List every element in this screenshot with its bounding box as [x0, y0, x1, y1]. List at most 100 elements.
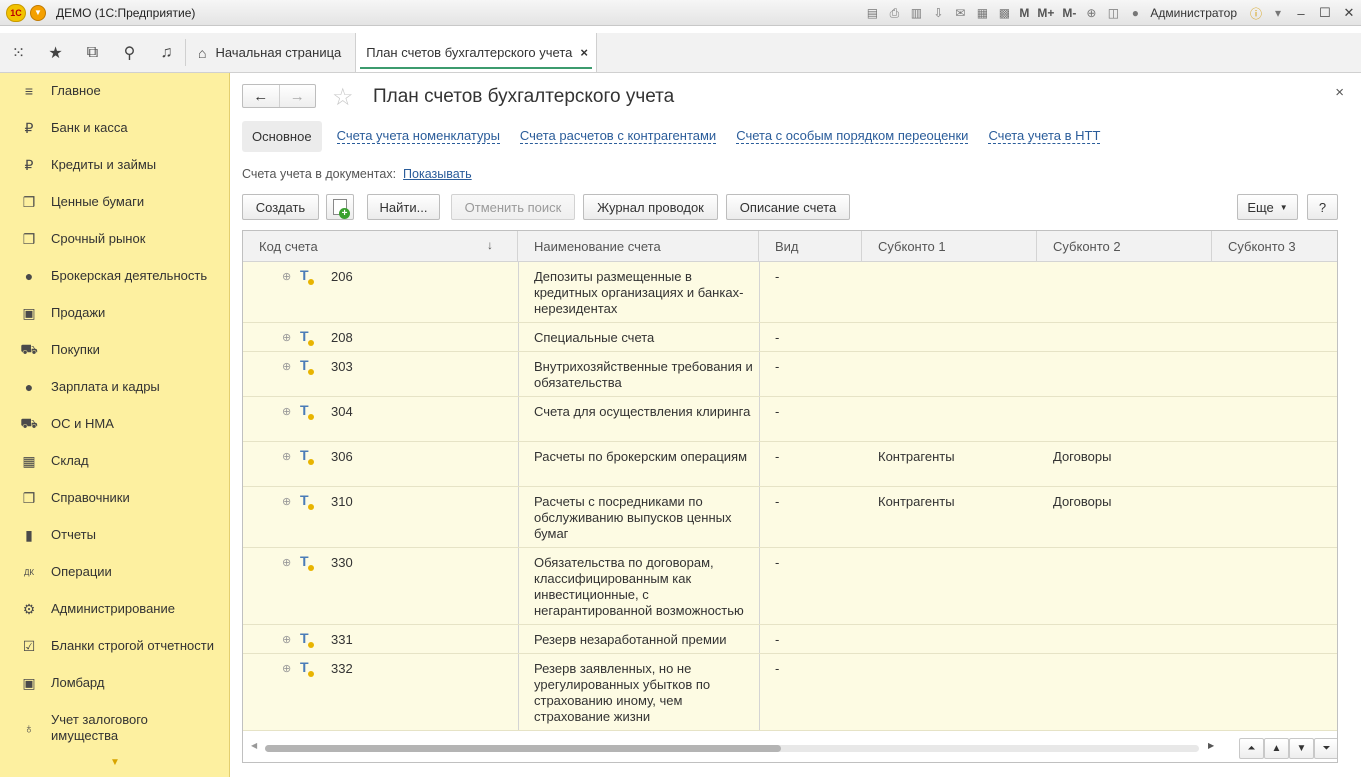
memory-button[interactable]: M [1019, 6, 1029, 20]
subtab-ntt-accounts[interactable]: Счета учета в НТТ [988, 128, 1101, 144]
sort-down-icon[interactable]: ↓ [487, 231, 493, 260]
app-logo-icon[interactable]: 1С [6, 3, 26, 22]
sidebar-item-label: Срочный рынок [51, 231, 146, 246]
page-down-icon[interactable]: ▼ [1289, 738, 1314, 759]
expand-row-icon[interactable]: ⊕ [282, 404, 291, 420]
calendar-icon[interactable]: ▩ [996, 5, 1012, 21]
scroll-track[interactable] [265, 745, 1199, 752]
maximize-button[interactable]: ☐ [1313, 5, 1337, 21]
dropdown-icon[interactable]: ▾ [1270, 5, 1286, 21]
col-header-subconto3[interactable]: Субконто 3 [1212, 231, 1337, 262]
col-header-code[interactable]: Код счета [243, 231, 518, 262]
info-icon[interactable]: ⓘ [1248, 5, 1264, 21]
sidebar-item-operations[interactable]: ДК Операции [0, 562, 228, 582]
go-to-bottom-icon[interactable]: ⏷ [1314, 738, 1337, 759]
col-header-subconto2[interactable]: Субконто 2 [1037, 231, 1212, 262]
sidebar-item-main[interactable]: ≡ Главное [0, 81, 228, 101]
subtab-revaluation-accounts[interactable]: Счета с особым порядком переоценки [736, 128, 969, 144]
calculator-icon[interactable]: ▦ [974, 5, 990, 21]
tab-chart-of-accounts[interactable]: План счетов бухгалтерского учета × [355, 33, 597, 72]
sidebar-item-futures[interactable]: ❐ Срочный рынок [0, 229, 228, 249]
mail-icon[interactable]: ✉ [952, 5, 968, 21]
panel-icon[interactable]: ◫ [1105, 5, 1121, 21]
sidebar-item-credits[interactable]: ₽ Кредиты и займы [0, 155, 228, 175]
table-row[interactable]: ⊕ T 303 Внутрихозяйственные требования и об… [243, 352, 1337, 397]
close-tab-icon[interactable]: × [580, 45, 588, 60]
tab-home[interactable]: ⌂ Начальная страница [186, 33, 355, 72]
table-row[interactable]: ⊕ T 330 Обязательства по договорам, классиф… [243, 548, 1337, 625]
sidebar-item-sales[interactable]: ▣ Продажи [0, 303, 228, 323]
sidebar-item-warehouse[interactable]: ▦ Склад [0, 451, 228, 471]
page-up-icon[interactable]: ▲ [1264, 738, 1289, 759]
col-header-subconto1[interactable]: Субконто 1 [862, 231, 1037, 262]
close-form-icon[interactable]: × [1335, 84, 1344, 101]
help-button[interactable]: ? [1307, 194, 1338, 220]
sidebar-item-administration[interactable]: ⚙ Администрирование [0, 599, 228, 619]
sidebar-item-purchases[interactable]: ⛟ Покупки [0, 340, 228, 360]
copy-button[interactable] [326, 194, 354, 220]
user-name[interactable]: Администратор [1150, 6, 1237, 20]
more-button[interactable]: Еще ▼ [1237, 194, 1298, 220]
notifications-bell-icon[interactable]: ♫ [148, 33, 185, 72]
save-icon[interactable]: ⇩ [930, 5, 946, 21]
close-window-button[interactable]: ✕ [1337, 5, 1361, 21]
history-icon[interactable]: ⧉ [74, 33, 111, 72]
sidebar-item-bank[interactable]: ₽ Банк и касса [0, 118, 228, 138]
sidebar-item-catalogs[interactable]: ❐ Справочники [0, 488, 228, 508]
subtab-nomenclature-accounts[interactable]: Счета учета номенклатуры [336, 128, 500, 144]
favorite-star-icon[interactable]: ☆ [332, 83, 354, 112]
expand-row-icon[interactable]: ⊕ [282, 359, 291, 375]
table-row[interactable]: ⊕ T 310 Расчеты с посредниками по обслужива… [243, 487, 1337, 548]
expand-row-icon[interactable]: ⊕ [282, 632, 291, 648]
account-description-button[interactable]: Описание счета [726, 194, 850, 220]
horizontal-scrollbar[interactable]: ◀ ▶ ⏶ ▲ ▼ ⏷ [243, 731, 1337, 762]
table-row[interactable]: ⊕ T 331 Резерв незаработанной премии - [243, 625, 1337, 654]
table-row[interactable]: ⊕ T 208 Специальные счета - [243, 323, 1337, 352]
scroll-left-icon[interactable]: ◀ [251, 741, 257, 750]
create-button[interactable]: Создать [242, 194, 319, 220]
favorites-star-icon[interactable]: ★ [37, 33, 74, 72]
sidebar-item-reports[interactable]: ▮ Отчеты [0, 525, 228, 545]
cancel-search-button[interactable]: Отменить поиск [451, 194, 575, 220]
apps-grid-icon[interactable]: ⁙ [0, 33, 37, 72]
expand-row-icon[interactable]: ⊕ [282, 449, 291, 465]
sidebar-item-payroll[interactable]: ● Зарплата и кадры [0, 377, 228, 397]
back-arrow-icon[interactable]: ← [243, 85, 279, 107]
find-button[interactable]: Найти... [367, 194, 440, 220]
document-icon[interactable]: ▤ [864, 5, 880, 21]
expand-row-icon[interactable]: ⊕ [282, 330, 291, 346]
memory-plus-button[interactable]: M+ [1037, 6, 1054, 20]
show-link[interactable]: Показывать [403, 167, 472, 181]
scroll-right-icon[interactable]: ▶ [1208, 741, 1214, 750]
search-icon[interactable]: ⚲ [111, 33, 148, 72]
main-menu-icon[interactable]: ▼ [30, 4, 46, 21]
expand-row-icon[interactable]: ⊕ [282, 555, 291, 571]
sidebar-item-fixed-assets[interactable]: ⛟ ОС и НМА [0, 414, 228, 434]
go-to-top-icon[interactable]: ⏶ [1239, 738, 1264, 759]
expand-row-icon[interactable]: ⊕ [282, 661, 291, 677]
sidebar-item-collateral[interactable]: ♁ Учет залогового имущества [0, 710, 228, 746]
memory-minus-button[interactable]: M- [1062, 6, 1076, 20]
minimize-button[interactable]: – [1289, 6, 1313, 21]
journal-button[interactable]: Журнал проводок [583, 194, 718, 220]
preview-icon[interactable]: ▥ [908, 5, 924, 21]
table-row[interactable]: ⊕ T 304 Счета для осуществления клиринга - [243, 397, 1337, 442]
expand-row-icon[interactable]: ⊕ [282, 494, 291, 510]
expand-row-icon[interactable]: ⊕ [282, 269, 291, 285]
col-header-name[interactable]: Наименование счета [518, 231, 759, 262]
subtab-counterparty-accounts[interactable]: Счета расчетов с контрагентами [519, 128, 717, 144]
print-icon[interactable]: ⎙ [886, 5, 902, 21]
sidebar-more-icon[interactable]: ▼ [110, 757, 120, 768]
forward-arrow-icon[interactable]: → [278, 85, 316, 107]
zoom-icon[interactable]: ⊕ [1083, 5, 1099, 21]
table-row[interactable]: ⊕ T 206 Депозиты размещенные в кредитных ор… [243, 262, 1337, 323]
sidebar-item-strict-forms[interactable]: ☑ Бланки строгой отчетности [0, 636, 228, 656]
sidebar-item-securities[interactable]: ❐ Ценные бумаги [0, 192, 228, 212]
sidebar-item-pawnshop[interactable]: ▣ Ломбард [0, 673, 228, 693]
col-header-kind[interactable]: Вид [759, 231, 862, 262]
table-row[interactable]: ⊕ T 306 Расчеты по брокерским операциям - Кон… [243, 442, 1337, 487]
subtab-main[interactable]: Основное [242, 120, 322, 152]
table-row[interactable]: ⊕ T 332 Резерв заявленных, но не урегулиров… [243, 654, 1337, 731]
scroll-thumb[interactable] [265, 745, 781, 752]
sidebar-item-brokerage[interactable]: ● Брокерская деятельность [0, 266, 228, 286]
